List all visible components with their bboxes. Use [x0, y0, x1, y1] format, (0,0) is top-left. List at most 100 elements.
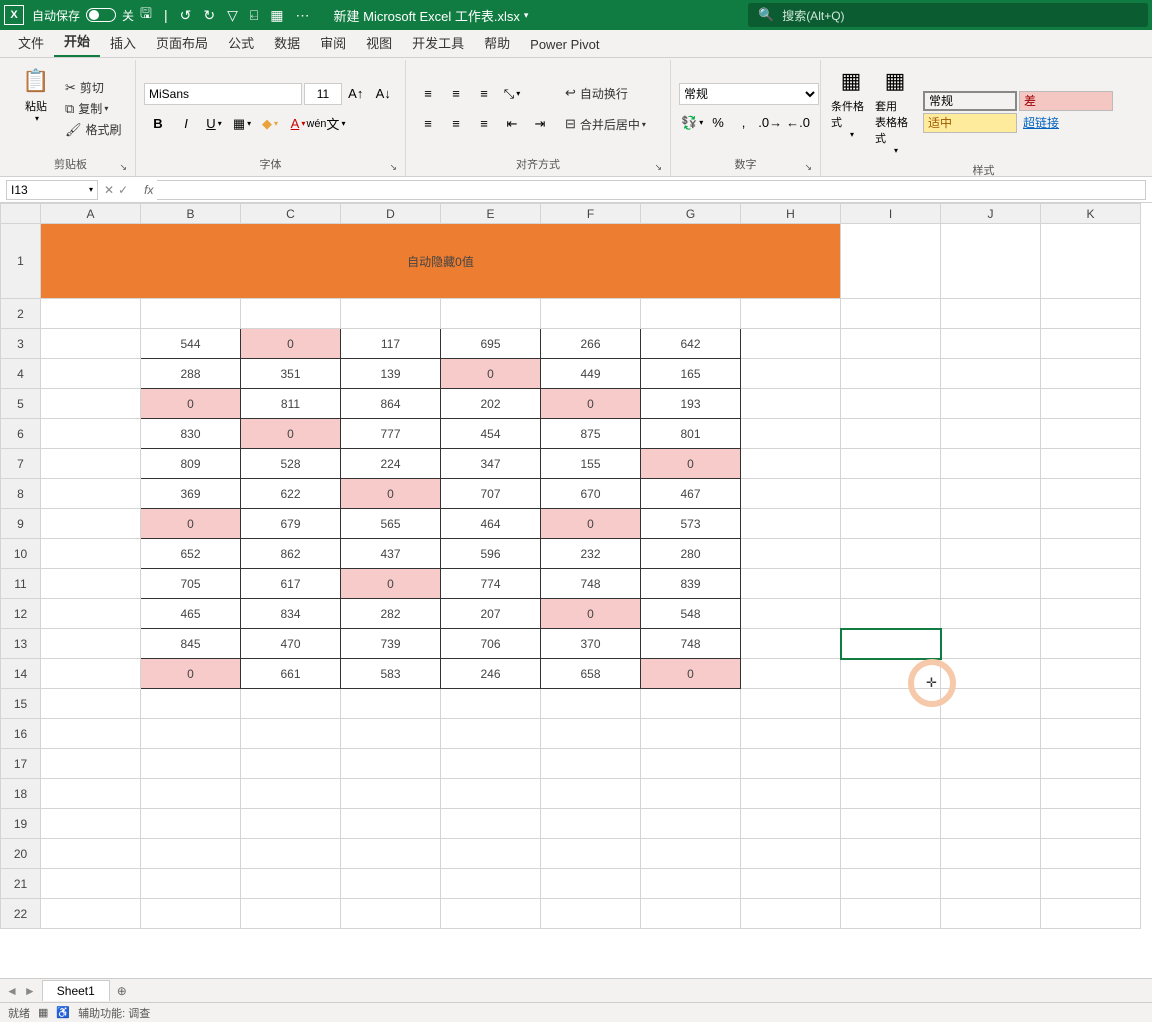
- cell[interactable]: 117: [341, 329, 441, 359]
- launcher-icon[interactable]: ↘: [119, 162, 127, 173]
- cell[interactable]: 596: [441, 539, 541, 569]
- cell[interactable]: [841, 809, 941, 839]
- cell[interactable]: [341, 899, 441, 929]
- cell[interactable]: [541, 839, 641, 869]
- paste-button[interactable]: 📋 粘贴▾: [14, 64, 58, 153]
- cell[interactable]: [641, 719, 741, 749]
- align-center-icon[interactable]: ≡: [443, 113, 469, 135]
- cell[interactable]: [841, 839, 941, 869]
- cell[interactable]: 565: [341, 509, 441, 539]
- row-header[interactable]: 19: [1, 809, 41, 839]
- cell[interactable]: [341, 779, 441, 809]
- cell[interactable]: 0: [541, 389, 641, 419]
- save-icon[interactable]: 🖫: [140, 3, 152, 27]
- cell[interactable]: 0: [341, 479, 441, 509]
- conditional-format-button[interactable]: ▦条件格式▾: [829, 64, 873, 159]
- tab-插入[interactable]: 插入: [100, 28, 146, 57]
- cell[interactable]: [241, 809, 341, 839]
- phonetic-icon[interactable]: wén文▾: [313, 113, 339, 135]
- cell[interactable]: [1041, 224, 1141, 299]
- cell[interactable]: 544: [141, 329, 241, 359]
- tab-页面布局[interactable]: 页面布局: [146, 28, 218, 57]
- row-header[interactable]: 20: [1, 839, 41, 869]
- cell[interactable]: [41, 689, 141, 719]
- cell[interactable]: [141, 749, 241, 779]
- cell[interactable]: 266: [541, 329, 641, 359]
- row-header[interactable]: 13: [1, 629, 41, 659]
- cell[interactable]: [741, 689, 841, 719]
- cell[interactable]: [141, 809, 241, 839]
- table-icon[interactable]: ▦: [270, 7, 283, 24]
- more-icon[interactable]: ⋯: [296, 7, 310, 24]
- cell[interactable]: 834: [241, 599, 341, 629]
- tab-公式[interactable]: 公式: [218, 28, 264, 57]
- cell[interactable]: [1041, 299, 1141, 329]
- launcher-icon[interactable]: ↘: [804, 162, 812, 173]
- cell[interactable]: 652: [141, 539, 241, 569]
- cell[interactable]: [341, 299, 441, 329]
- cell[interactable]: [841, 329, 941, 359]
- cell[interactable]: 0: [441, 359, 541, 389]
- cell[interactable]: [441, 869, 541, 899]
- cell[interactable]: [241, 899, 341, 929]
- cell[interactable]: [441, 299, 541, 329]
- cell[interactable]: [1041, 869, 1141, 899]
- cell[interactable]: [441, 779, 541, 809]
- row-header[interactable]: 5: [1, 389, 41, 419]
- row-header[interactable]: 12: [1, 599, 41, 629]
- cell[interactable]: 454: [441, 419, 541, 449]
- fill-color-icon[interactable]: ◆▾: [257, 113, 283, 135]
- search-box[interactable]: 🔍 搜索(Alt+Q): [748, 3, 1148, 27]
- cell[interactable]: [41, 899, 141, 929]
- redo-icon[interactable]: ↻: [203, 7, 215, 24]
- cell[interactable]: 280: [641, 539, 741, 569]
- cell[interactable]: [341, 869, 441, 899]
- cell[interactable]: 370: [541, 629, 641, 659]
- merge-button[interactable]: ⊟合并后居中▾: [562, 114, 649, 135]
- comma-icon[interactable]: ,: [732, 112, 756, 134]
- cell[interactable]: [841, 479, 941, 509]
- cell[interactable]: [941, 719, 1041, 749]
- currency-icon[interactable]: 💱▾: [680, 112, 704, 134]
- cell[interactable]: 875: [541, 419, 641, 449]
- row-header[interactable]: 6: [1, 419, 41, 449]
- row-header[interactable]: 3: [1, 329, 41, 359]
- table-format-button[interactable]: ▦套用 表格格式▾: [873, 64, 917, 159]
- cell[interactable]: [1041, 359, 1141, 389]
- cell[interactable]: [941, 449, 1041, 479]
- cell[interactable]: [941, 299, 1041, 329]
- cell[interactable]: [41, 599, 141, 629]
- cell[interactable]: [141, 689, 241, 719]
- cell[interactable]: [241, 749, 341, 779]
- cell[interactable]: [741, 869, 841, 899]
- cell[interactable]: [841, 299, 941, 329]
- cell[interactable]: 207: [441, 599, 541, 629]
- cell[interactable]: [541, 299, 641, 329]
- cell[interactable]: [1041, 539, 1141, 569]
- cell[interactable]: 739: [341, 629, 441, 659]
- indent-increase-icon[interactable]: ⇥: [527, 113, 553, 135]
- launcher-icon[interactable]: ↘: [654, 162, 662, 173]
- cell[interactable]: [1041, 419, 1141, 449]
- border-icon[interactable]: ▦▾: [229, 113, 255, 135]
- cell[interactable]: [41, 749, 141, 779]
- cell[interactable]: 845: [141, 629, 241, 659]
- cell[interactable]: 573: [641, 509, 741, 539]
- cell[interactable]: [741, 899, 841, 929]
- increase-decimal-icon[interactable]: .0→: [757, 112, 783, 134]
- format-painter-button[interactable]: 🖌格式刷: [62, 119, 125, 140]
- cell[interactable]: [741, 779, 841, 809]
- cell[interactable]: 670: [541, 479, 641, 509]
- cell[interactable]: 679: [241, 509, 341, 539]
- enter-icon[interactable]: ✓: [118, 183, 128, 197]
- cell[interactable]: [941, 389, 1041, 419]
- name-box[interactable]: I13▾: [6, 180, 98, 200]
- cell[interactable]: [41, 509, 141, 539]
- cell[interactable]: 0: [641, 659, 741, 689]
- cell[interactable]: 811: [241, 389, 341, 419]
- cell[interactable]: [41, 809, 141, 839]
- cell[interactable]: [841, 659, 941, 689]
- sheet-nav[interactable]: ◄►: [0, 984, 42, 998]
- next-sheet-icon[interactable]: ►: [24, 984, 36, 998]
- cell[interactable]: 748: [541, 569, 641, 599]
